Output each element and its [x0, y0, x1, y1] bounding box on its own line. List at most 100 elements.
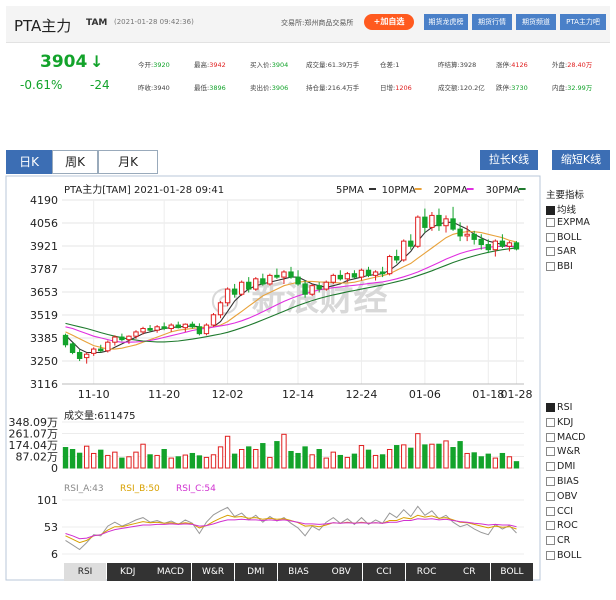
tab-boll[interactable]: BOLL: [491, 563, 533, 581]
ma-legend-label: 20PMA: [434, 185, 468, 196]
checkbox-icon[interactable]: [546, 262, 555, 272]
indicator-option[interactable]: BBI: [546, 261, 573, 272]
candle-body: [415, 216, 421, 247]
volume-bar: [147, 454, 153, 469]
ma-legend-label: 10PMA: [382, 185, 416, 196]
volume-bar: [168, 457, 174, 469]
price-tick: 3116: [30, 378, 58, 391]
candle-body: [358, 269, 365, 278]
candle-body: [182, 323, 188, 329]
candle-body: [260, 278, 266, 285]
indicator-option[interactable]: CCI: [546, 506, 573, 517]
checkbox-icon[interactable]: [546, 417, 555, 427]
tab-cci[interactable]: CCI: [362, 563, 405, 581]
volume-bar: [69, 448, 76, 469]
candle-body: [485, 244, 491, 251]
tab-macd[interactable]: MACD: [149, 563, 192, 581]
indicator-label: CCI: [557, 505, 574, 517]
indicator-option[interactable]: BOLL: [546, 550, 581, 561]
volume-bar: [98, 449, 104, 469]
checkbox-icon[interactable]: [546, 506, 555, 516]
checkbox-icon[interactable]: [546, 447, 555, 457]
price-tick: 3921: [30, 240, 58, 253]
indicator-option[interactable]: DMI: [546, 461, 575, 472]
volume-bar: [105, 454, 111, 469]
indicator-option[interactable]: W&R: [546, 446, 580, 457]
volume-bar: [91, 452, 97, 469]
kline-chart[interactable]: PTA主力[TAM] 2021-01-28 09:41 5PMA 10PMA 20P…: [0, 0, 616, 600]
candle-body: [189, 323, 196, 328]
tab-obv[interactable]: OBV: [320, 563, 363, 581]
volume-bar: [401, 444, 407, 469]
volume-bar: [238, 448, 245, 469]
date-tick: 12-02: [212, 388, 244, 401]
checkbox-icon[interactable]: [546, 536, 555, 546]
checkbox-icon[interactable]: [546, 247, 555, 257]
indicator-option[interactable]: OBV: [546, 491, 577, 502]
indicator-option[interactable]: RSI: [546, 402, 572, 413]
checkbox-icon[interactable]: [546, 477, 555, 486]
volume-bar: [450, 447, 456, 469]
date-tick: 11-20: [148, 388, 180, 401]
indicator-option[interactable]: BIAS: [546, 476, 579, 487]
volume-bar: [112, 451, 118, 469]
tab-wr[interactable]: W&R: [192, 563, 235, 581]
indicator-label: ROC: [557, 520, 578, 532]
candle-body: [238, 281, 245, 295]
price-tick: 3787: [30, 263, 58, 276]
indicator-option[interactable]: KDJ: [546, 417, 573, 428]
tab-kdj[interactable]: KDJ: [106, 563, 149, 581]
indicator-label: EXPMA: [557, 216, 590, 228]
candle-body: [281, 271, 287, 278]
indicator-option[interactable]: MACD: [546, 432, 585, 443]
candle-body: [492, 240, 499, 251]
candle-body: [217, 302, 224, 316]
date-tick: 01-18: [472, 388, 504, 401]
volume-bar: [358, 445, 365, 469]
tab-roc[interactable]: ROC: [405, 563, 448, 581]
volume-bar: [62, 447, 69, 469]
volume-bar: [464, 452, 470, 469]
checkbox-icon[interactable]: [546, 217, 555, 227]
candle-body: [443, 218, 449, 227]
volume-bar: [478, 456, 484, 469]
volume-bar: [175, 456, 181, 469]
checkbox-icon[interactable]: [546, 521, 555, 531]
rsi-c-label: RSI_C:54: [176, 484, 216, 494]
volume-bar: [182, 454, 188, 469]
checkbox-icon[interactable]: [546, 551, 555, 560]
date-tick: 01-06: [409, 388, 441, 401]
indicator-option[interactable]: CR: [546, 535, 570, 546]
candle-body: [464, 233, 470, 237]
checkbox-icon[interactable]: [546, 232, 555, 242]
checkbox-icon[interactable]: [546, 206, 555, 215]
indicator-option[interactable]: ROC: [546, 520, 578, 531]
indicator-option[interactable]: SAR: [546, 246, 576, 257]
indicator-option[interactable]: BOLL: [546, 232, 581, 243]
volume-bar: [140, 443, 146, 469]
volume-bar: [372, 454, 379, 469]
date-tick: 12-24: [345, 388, 377, 401]
checkbox-icon[interactable]: [546, 491, 555, 501]
checkbox-icon[interactable]: [546, 432, 555, 442]
price-tick: 3250: [30, 355, 58, 368]
tab-cr[interactable]: CR: [448, 563, 491, 581]
checkbox-icon[interactable]: [546, 462, 555, 472]
candle-body: [422, 216, 428, 228]
candle-body: [105, 341, 111, 352]
checkbox-icon[interactable]: [546, 403, 555, 412]
candle-body: [231, 288, 238, 295]
candle-body: [224, 288, 231, 304]
tab-bias[interactable]: BIAS: [277, 563, 320, 581]
main-indicator-heading: 主要指标: [546, 190, 585, 201]
volume-bar: [154, 454, 160, 469]
rsi-tick: 53: [44, 521, 58, 534]
volume-bar: [295, 452, 301, 469]
indicator-option[interactable]: EXPMA: [546, 217, 590, 228]
tab-dmi[interactable]: DMI: [234, 563, 277, 581]
candle-body: [133, 331, 139, 337]
volume-bar: [457, 441, 463, 469]
tab-rsi[interactable]: RSI: [64, 563, 106, 581]
candle-body: [69, 343, 76, 353]
indicator-option[interactable]: 均线: [546, 202, 576, 216]
